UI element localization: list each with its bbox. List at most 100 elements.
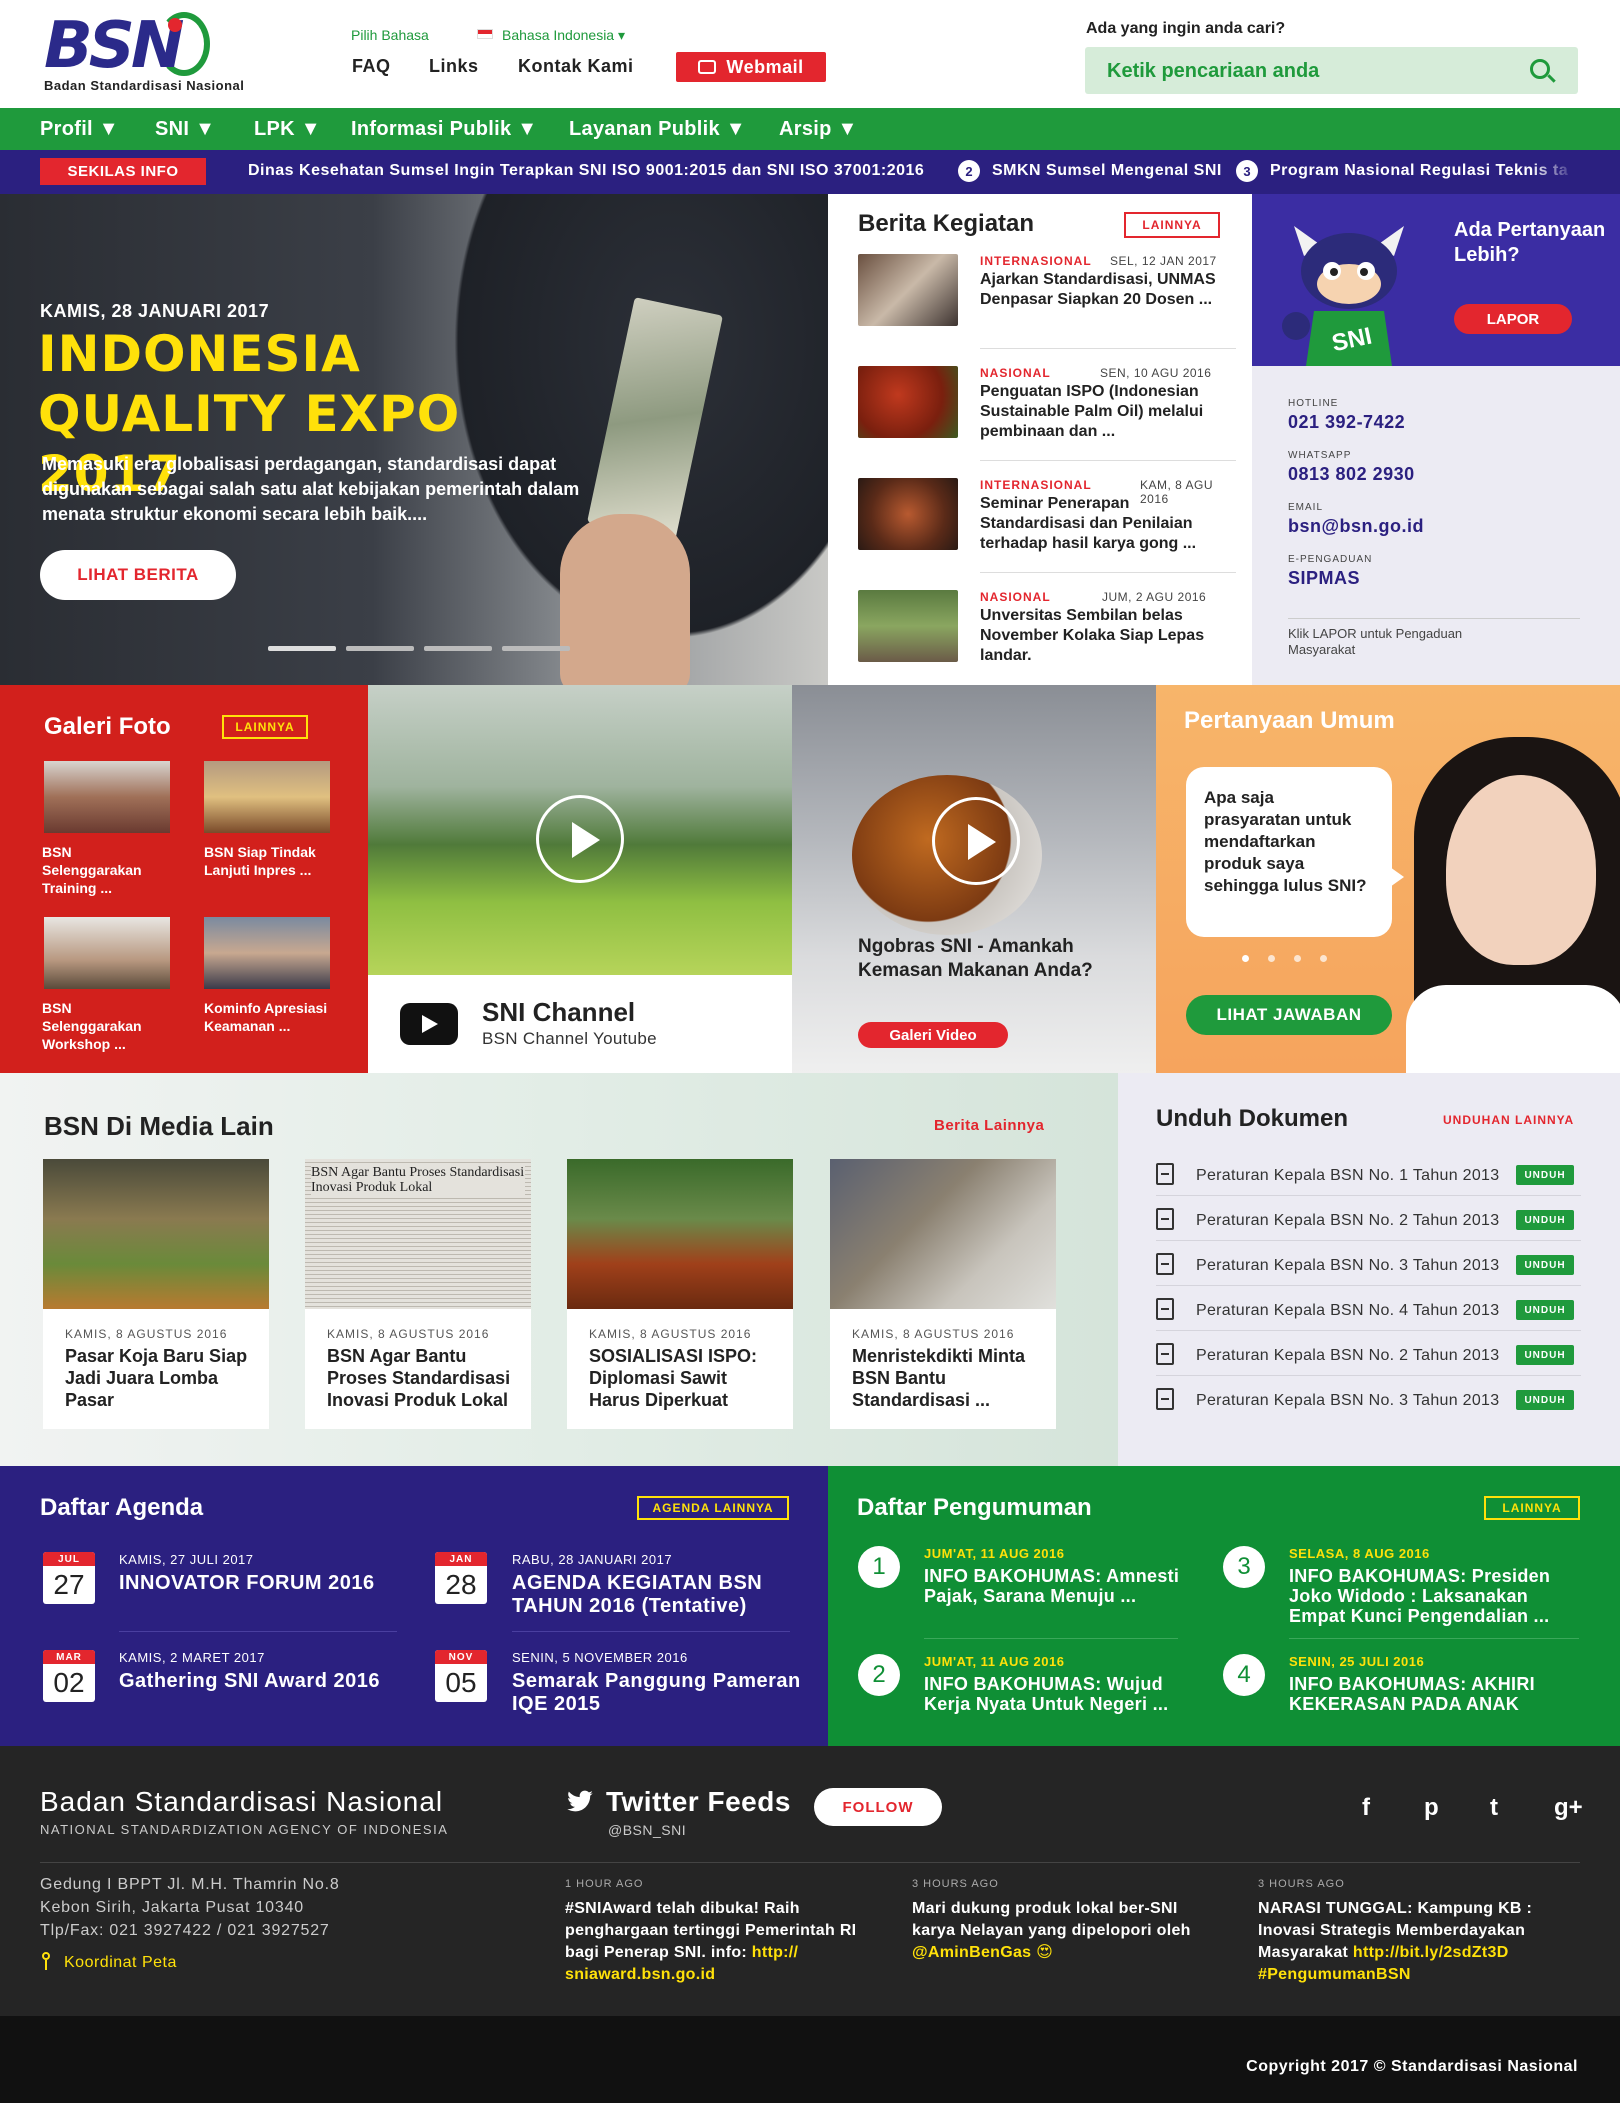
lihat-berita-button[interactable]: LIHAT BERITA — [40, 550, 236, 600]
news-item[interactable]: INTERNASIONAL SEL, 12 JAN 2017 Ajarkan S… — [858, 254, 1238, 360]
whatsapp-value[interactable]: 0813 802 2930 — [1288, 464, 1415, 485]
email-value[interactable]: bsn@bsn.go.id — [1288, 516, 1424, 537]
lapor-banner: SNI Ada Pertanyaan Lebih? LAPOR — [1252, 194, 1620, 366]
gallery-thumbnail[interactable] — [204, 917, 330, 989]
twitter-handle[interactable]: @BSN_SNI — [608, 1822, 686, 1838]
agenda-item-title[interactable]: Semarak Panggung Pameran IQE 2015 — [512, 1670, 802, 1716]
news-item[interactable]: NASIONAL JUM, 2 AGU 2016 Unversitas Semb… — [858, 590, 1238, 696]
follow-button[interactable]: FOLLOW — [814, 1788, 942, 1826]
search-icon[interactable] — [1530, 59, 1550, 79]
media-card[interactable]: KAMIS, 8 AGUSTUS 2016 Pasar Koja Baru Si… — [43, 1159, 269, 1429]
agenda-more-button[interactable]: AGENDA LAINNYA — [637, 1496, 789, 1520]
document-row: Peraturan Kepala BSN No. 2 Tahun 2013 UN… — [1156, 1196, 1581, 1241]
youtube-icon[interactable] — [400, 1003, 458, 1045]
pengumuman-more-button[interactable]: LAINNYA — [1484, 1496, 1580, 1520]
galeri-video-button[interactable]: Galeri Video — [858, 1022, 1008, 1048]
announcement-title[interactable]: INFO BAKOHUMAS: Amnesti Pajak, Sarana Me… — [924, 1566, 1214, 1606]
media-card[interactable]: KAMIS, 8 AGUSTUS 2016 Menristekdikti Min… — [830, 1159, 1056, 1429]
koordinat-peta-link[interactable]: Koordinat Peta — [64, 1954, 177, 1972]
play-icon[interactable] — [536, 795, 624, 883]
document-name[interactable]: Peraturan Kepala BSN No. 1 Tahun 2013 — [1196, 1167, 1499, 1185]
gallery-caption[interactable]: BSN Selenggarakan Training ... — [42, 843, 172, 897]
document-name[interactable]: Peraturan Kepala BSN No. 3 Tahun 2013 — [1196, 1392, 1499, 1410]
media-card[interactable]: BSN Agar Bantu Proses Standardisasi Inov… — [305, 1159, 531, 1429]
unduh-button[interactable]: UNDUH — [1516, 1210, 1574, 1230]
carousel-dot[interactable] — [1242, 955, 1249, 962]
slide-dot[interactable] — [424, 646, 492, 651]
nav-layanan-publik[interactable]: Layanan Publik ▼ — [569, 118, 746, 141]
pertanyaan-umum-panel: Pertanyaan Umum Apa saja prasyaratan unt… — [1156, 685, 1620, 1073]
galeri-foto-panel: Galeri Foto LAINNYA BSN Selenggarakan Tr… — [0, 685, 368, 1073]
galeri-more-button[interactable]: LAINNYA — [222, 715, 308, 739]
document-name[interactable]: Peraturan Kepala BSN No. 2 Tahun 2013 — [1196, 1212, 1499, 1230]
agenda-item-title[interactable]: INNOVATOR FORUM 2016 — [119, 1572, 409, 1595]
news-item[interactable]: INTERNASIONAL KAM, 8 AGU 2016 Seminar Pe… — [858, 478, 1238, 584]
news-item[interactable]: NASIONAL SEN, 10 AGU 2016 Penguatan ISPO… — [858, 366, 1238, 472]
nav-lpk[interactable]: LPK ▼ — [254, 118, 321, 141]
gallery-thumbnail[interactable] — [44, 917, 170, 989]
nav-arsip[interactable]: Arsip ▼ — [779, 118, 858, 141]
unduh-button[interactable]: UNDUH — [1516, 1345, 1574, 1365]
media-card[interactable]: KAMIS, 8 AGUSTUS 2016 SOSIALISASI ISPO: … — [567, 1159, 793, 1429]
agenda-item-title[interactable]: Gathering SNI Award 2016 — [119, 1670, 409, 1693]
nav-sni[interactable]: SNI ▼ — [155, 118, 215, 141]
video-title[interactable]: Ngobras SNI - Amankah Kemasan Makanan An… — [858, 935, 1098, 983]
play-icon[interactable] — [932, 797, 1020, 885]
announcement-title[interactable]: INFO BAKOHUMAS: AKHIRI KEKERASAN PADA AN… — [1289, 1674, 1579, 1714]
tweet-time: 3 HOURS AGO — [1258, 1878, 1345, 1890]
ticker-item[interactable]: Dinas Kesehatan Sumsel Ingin Terapkan SN… — [248, 162, 924, 180]
slide-dot[interactable] — [502, 646, 570, 651]
news-ticker: SEKILAS INFO Dinas Kesehatan Sumsel Ingi… — [0, 150, 1620, 194]
ticker-item[interactable]: Program Nasional Regulasi Teknis ta — [1270, 162, 1576, 180]
gallery-caption[interactable]: BSN Selenggarakan Workshop ... — [42, 999, 172, 1053]
slide-dot[interactable] — [346, 646, 414, 651]
faq-link[interactable]: FAQ — [352, 56, 391, 77]
carousel-dot[interactable] — [1294, 955, 1301, 962]
unduh-button[interactable]: UNDUH — [1516, 1390, 1574, 1410]
webmail-button[interactable]: Webmail — [676, 52, 826, 82]
lapor-button[interactable]: LAPOR — [1454, 304, 1572, 334]
document-name[interactable]: Peraturan Kepala BSN No. 4 Tahun 2013 — [1196, 1302, 1499, 1320]
links-link[interactable]: Links — [429, 56, 479, 77]
announcement-title[interactable]: INFO BAKOHUMAS: Wujud Kerja Nyata Untuk … — [924, 1674, 1214, 1714]
nav-profil[interactable]: Profil ▼ — [40, 118, 119, 141]
announcement-title[interactable]: INFO BAKOHUMAS: Presiden Joko Widodo : L… — [1289, 1566, 1579, 1626]
agenda-item-title[interactable]: AGENDA KEGIATAN BSN TAHUN 2016 (Tentativ… — [512, 1572, 802, 1618]
gallery-caption[interactable]: BSN Siap Tindak Lanjuti Inpres ... — [204, 843, 334, 879]
facebook-icon[interactable]: f — [1362, 1794, 1370, 1822]
media-image: BSN Agar Bantu Proses Standardisasi Inov… — [305, 1159, 531, 1309]
slide-dot[interactable] — [268, 646, 336, 651]
tweet-link[interactable]: @AminBenGas 😍 — [912, 1944, 1053, 1961]
unduh-button[interactable]: UNDUH — [1516, 1165, 1574, 1185]
twitter-icon[interactable]: t — [1490, 1794, 1498, 1822]
document-name[interactable]: Peraturan Kepala BSN No. 3 Tahun 2013 — [1196, 1257, 1499, 1275]
hotline-value[interactable]: 021 392-7422 — [1288, 412, 1405, 433]
google-plus-icon[interactable]: g+ — [1554, 1794, 1583, 1822]
e-pengaduan-value[interactable]: SIPMAS — [1288, 568, 1360, 589]
channel-title[interactable]: SNI Channel — [482, 997, 635, 1028]
carousel-dot[interactable] — [1320, 955, 1327, 962]
whatsapp-label: WHATSAPP — [1288, 450, 1352, 461]
gallery-thumbnail[interactable] — [44, 761, 170, 833]
media-more-link[interactable]: Berita Lainnya — [934, 1117, 1044, 1134]
gallery-caption[interactable]: Kominfo Apresiasi Keamanan ... — [204, 999, 334, 1035]
gallery-thumbnail[interactable] — [204, 761, 330, 833]
footer-address-line: Tlp/Fax: 021 3927422 / 021 3927527 — [40, 1922, 330, 1939]
language-select[interactable]: Bahasa Indonesia ▾ — [502, 27, 625, 44]
nav-informasi-publik[interactable]: Informasi Publik ▼ — [351, 118, 537, 141]
media-image — [43, 1159, 269, 1309]
search-box — [1085, 47, 1578, 94]
unduh-more-link[interactable]: UNDUHAN LAINNYA — [1443, 1113, 1574, 1127]
bsn-logo[interactable]: BSN — [44, 14, 184, 78]
unduh-button[interactable]: UNDUH — [1516, 1255, 1574, 1275]
pinterest-icon[interactable]: p — [1424, 1794, 1439, 1822]
document-name[interactable]: Peraturan Kepala BSN No. 2 Tahun 2013 — [1196, 1347, 1499, 1365]
berita-more-button[interactable]: LAINNYA — [1124, 212, 1220, 238]
ticker-item[interactable]: SMKN Sumsel Mengenal SNI — [992, 162, 1222, 180]
search-input[interactable] — [1107, 57, 1507, 85]
kontak-kami-link[interactable]: Kontak Kami — [518, 56, 634, 77]
calendar-icon: MAR 02 — [43, 1650, 95, 1702]
lihat-jawaban-button[interactable]: LIHAT JAWABAN — [1186, 995, 1392, 1035]
unduh-button[interactable]: UNDUH — [1516, 1300, 1574, 1320]
carousel-dot[interactable] — [1268, 955, 1275, 962]
